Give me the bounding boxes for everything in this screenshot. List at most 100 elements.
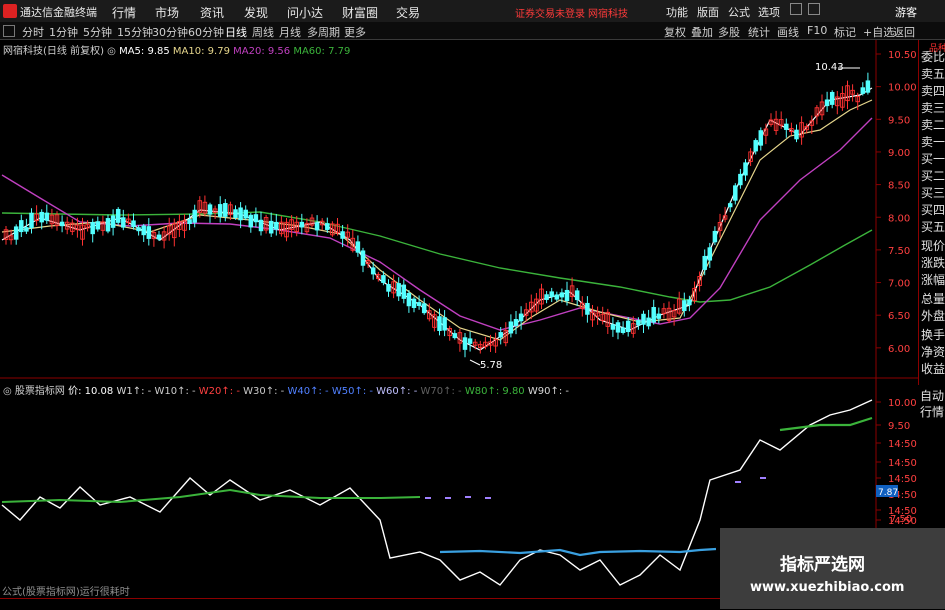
candle-body bbox=[707, 247, 713, 261]
sidebar-item[interactable]: 卖三 bbox=[921, 99, 945, 116]
y-tick-label: 9.50 bbox=[888, 115, 910, 126]
candle-body bbox=[396, 283, 401, 297]
indicator-name: 股票指标网 bbox=[14, 386, 65, 397]
quote-sidebar: 品种 委比 卖五 卖四 卖三 卖二 卖一 买一 买二 买三 买四 买五 现价 涨… bbox=[918, 40, 945, 385]
candle-body bbox=[610, 324, 616, 330]
watermark-url: www.xuezhibiao.com bbox=[750, 580, 905, 595]
indicator-price: 价: 10.08 bbox=[68, 386, 114, 397]
candle-body bbox=[238, 207, 243, 221]
candle-body bbox=[233, 209, 238, 218]
sidebar-item[interactable]: 总量 bbox=[921, 290, 945, 307]
sidebar-item[interactable]: 涨跌 bbox=[921, 254, 945, 271]
main-legend: 网宿科技(日线 前复权) ◎ MA5: 9.85 MA10: 9.79 MA20… bbox=[3, 46, 351, 57]
candle-body bbox=[131, 220, 136, 228]
candle-body bbox=[702, 255, 707, 270]
candle-body bbox=[340, 231, 345, 239]
sidebar-item[interactable]: 卖五 bbox=[921, 65, 945, 82]
candle-body bbox=[29, 212, 34, 229]
sidebar-item[interactable]: 买四 bbox=[921, 201, 945, 218]
candle-body bbox=[824, 99, 830, 107]
ma20-label: MA20: 9.56 bbox=[233, 46, 291, 57]
sidebar-item[interactable]: 涨幅 bbox=[921, 271, 945, 288]
w20-label: W20↑: - bbox=[198, 386, 240, 397]
candle-body bbox=[416, 302, 422, 306]
candle-body bbox=[625, 320, 631, 333]
formula-status: 公式(股票指标网)运行很耗时 bbox=[2, 587, 130, 598]
candle-body bbox=[115, 208, 121, 223]
w1-label: W1↑: - bbox=[116, 386, 152, 397]
candle-body bbox=[314, 222, 320, 231]
candle-body bbox=[13, 226, 19, 240]
candle-body bbox=[411, 298, 417, 308]
sidebar-item[interactable]: 买五 bbox=[921, 218, 945, 235]
ind-value-text: 7.87 bbox=[878, 488, 898, 498]
candle-body bbox=[620, 327, 626, 333]
candle-body bbox=[794, 129, 799, 140]
watermark-title: 指标严选网 bbox=[780, 555, 865, 575]
sidebar-item[interactable]: 卖一 bbox=[921, 133, 945, 150]
stock-name-label: 网宿科技(日线 前复权) bbox=[3, 46, 104, 57]
sidebar-item[interactable]: 买二 bbox=[921, 167, 945, 184]
candle-body bbox=[513, 319, 519, 326]
indicator-side-item[interactable]: 行情 bbox=[920, 403, 944, 420]
candle-body bbox=[564, 289, 570, 302]
sidebar-item[interactable]: 收益 bbox=[921, 360, 945, 377]
candle-body bbox=[467, 338, 473, 344]
candle-body bbox=[437, 316, 442, 331]
y-tick-label: 9.00 bbox=[888, 148, 910, 159]
candle-body bbox=[39, 211, 44, 223]
sidebar-item[interactable]: 买一 bbox=[921, 150, 945, 167]
candle-body bbox=[370, 267, 376, 275]
w60-label: W60↑: - bbox=[376, 386, 418, 397]
candle-body bbox=[381, 275, 386, 283]
candle-body bbox=[156, 234, 162, 240]
candle-body bbox=[192, 209, 197, 223]
ma10-label: MA10: 9.79 bbox=[172, 46, 230, 57]
candle-body bbox=[223, 203, 228, 217]
w90-label: W90↑: - bbox=[527, 386, 570, 397]
w70-label: W70↑: - bbox=[420, 386, 462, 397]
candle-body bbox=[452, 333, 458, 339]
w50-label: W50↑: - bbox=[331, 386, 373, 397]
indicator-side-item[interactable]: 自动 bbox=[920, 387, 944, 404]
candle-body bbox=[442, 317, 447, 331]
candle-body bbox=[386, 284, 391, 292]
candle-body bbox=[574, 290, 580, 301]
ind-tick-label: 10.00 bbox=[888, 398, 917, 409]
sidebar-item[interactable]: 卖二 bbox=[921, 116, 945, 133]
candle-body bbox=[141, 225, 146, 236]
sidebar-item[interactable]: 现价 bbox=[921, 237, 945, 254]
candle-body bbox=[712, 230, 718, 243]
w30-label: W30↑: - bbox=[243, 386, 285, 397]
candle-body bbox=[784, 123, 789, 130]
candle-body bbox=[299, 221, 305, 228]
candle-body bbox=[421, 303, 427, 314]
candle-body bbox=[687, 299, 692, 306]
candle-body bbox=[59, 221, 65, 227]
ma5-line bbox=[1, 87, 873, 351]
candle-body bbox=[498, 332, 503, 338]
candle-body bbox=[646, 317, 651, 327]
sidebar-item[interactable]: 换手 bbox=[921, 326, 945, 343]
ma5-label: MA5: 9.85 bbox=[119, 46, 170, 57]
candle-body bbox=[636, 320, 641, 326]
candle-body bbox=[207, 204, 213, 215]
candle-body bbox=[105, 218, 111, 232]
sidebar-item[interactable]: 外盘 bbox=[921, 307, 945, 324]
sidebar-item[interactable]: 委比 bbox=[921, 48, 945, 65]
low-price-label: 5.78 bbox=[480, 360, 502, 371]
candle-body bbox=[248, 214, 254, 228]
kline-chart[interactable]: 10.50 10.00 9.50 9.00 8.50 8.00 7.50 7.00 6.50 6.… bbox=[0, 0, 945, 609]
candle-body bbox=[19, 220, 24, 233]
ind-tick-label: 14:50 bbox=[888, 474, 917, 485]
y-tick-label: 10.00 bbox=[888, 83, 917, 94]
y-tick-label: 8.50 bbox=[888, 181, 910, 192]
y-tick-label: 6.00 bbox=[888, 344, 910, 355]
ma10-line bbox=[1, 99, 873, 341]
candle-body bbox=[829, 91, 835, 105]
sidebar-item[interactable]: 买三 bbox=[921, 184, 945, 201]
sidebar-item[interactable]: 净资 bbox=[921, 343, 945, 360]
candle-body bbox=[258, 219, 264, 232]
sidebar-item[interactable]: 卖四 bbox=[921, 82, 945, 99]
watermark-banner: 指标严选网 www.xuezhibiao.com bbox=[720, 528, 945, 609]
